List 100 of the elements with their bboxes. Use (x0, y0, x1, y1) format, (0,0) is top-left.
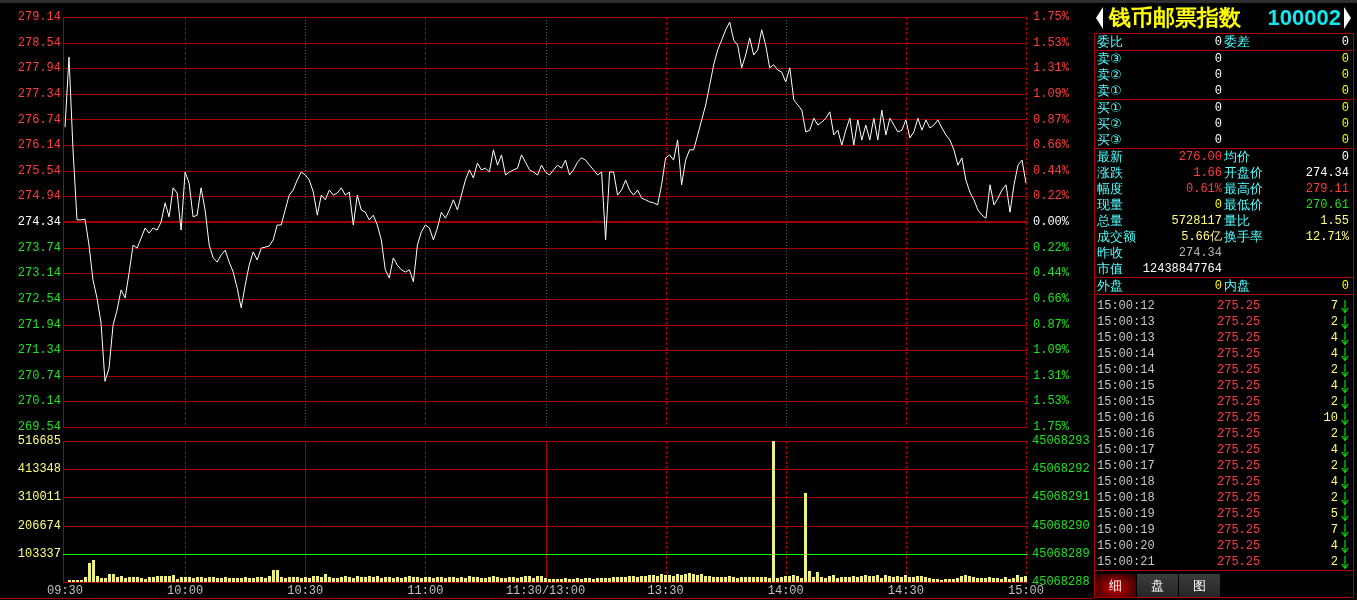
field-label: 最新 (1097, 149, 1123, 165)
right-triangle-icon[interactable] (1344, 7, 1351, 29)
trade-volume: 2 (1329, 394, 1339, 410)
price-axis-label: 278.54 (17, 35, 61, 50)
field-label: 市值 (1097, 261, 1123, 277)
trade-volume: 4 (1329, 346, 1339, 362)
percent-axis-label: 1.09% (1033, 343, 1069, 358)
trade-price: 275.25 (1217, 362, 1262, 378)
percent-axis-label: 1.53% (1033, 394, 1069, 409)
field-value: 274.34 (1178, 245, 1222, 261)
price-axis-label: 270.14 (17, 394, 61, 409)
field-label: 量比 (1224, 213, 1250, 229)
time-axis-label: 11:00 (407, 584, 444, 598)
tab[interactable]: 图 (1179, 574, 1220, 597)
trade-time: 15:00:16 (1097, 426, 1156, 442)
trade-volume: 7 (1329, 298, 1339, 314)
field-value: 270.61 (1305, 197, 1349, 213)
percent-axis-label: 0.44% (1033, 266, 1069, 281)
percent-axis-label: 1.31% (1033, 61, 1069, 76)
order-label: 卖③ (1097, 51, 1122, 67)
order-price: 0 (1214, 132, 1222, 148)
trade-price: 275.25 (1217, 506, 1262, 522)
trade-price: 275.25 (1217, 314, 1262, 330)
trade-volume: 4 (1329, 330, 1339, 346)
time-axis-label: 13:30 (647, 584, 684, 598)
field-value: 0 (1341, 34, 1349, 50)
field-label: 昨收 (1097, 245, 1123, 261)
trade-time: 15:00:19 (1097, 506, 1156, 522)
tab[interactable]: 盘 (1137, 574, 1178, 597)
volume-axis-label: 45068290 (1032, 518, 1090, 533)
trade-price: 275.25 (1217, 458, 1262, 474)
price-axis-label: 272.54 (17, 291, 61, 306)
order-label: 买① (1097, 100, 1122, 116)
trade-time: 15:00:18 (1097, 490, 1156, 506)
trade-time: 15:00:18 (1097, 474, 1156, 490)
field-label: 委比 (1097, 34, 1123, 50)
volume-axis-label: 413348 (17, 462, 61, 477)
price-axis-label: 275.54 (17, 163, 61, 178)
trade-price: 275.25 (1217, 410, 1262, 426)
field-label: 幅度 (1097, 181, 1123, 197)
order-price: 0 (1214, 67, 1222, 83)
percent-axis-label: 0.66% (1033, 291, 1069, 306)
volume-axis-label: 310011 (17, 490, 61, 505)
trade-volume: 4 (1329, 378, 1339, 394)
price-axis-label: 277.34 (17, 86, 61, 101)
order-price: 0 (1214, 83, 1222, 99)
volume-axis-label: 516685 (17, 434, 61, 448)
percent-axis-label: 1.75% (1033, 420, 1069, 434)
price-axis-label: 279.14 (17, 10, 61, 24)
percent-axis-label: 0.22% (1033, 189, 1069, 204)
field-label: 开盘价 (1224, 165, 1263, 181)
trade-time: 15:00:16 (1097, 410, 1156, 426)
field-label: 最高价 (1224, 181, 1263, 197)
order-label: 买② (1097, 116, 1122, 132)
price-axis-label: 277.94 (17, 61, 61, 76)
trade-time: 15:00:15 (1097, 394, 1156, 410)
index-code: 100002 (1267, 5, 1341, 31)
left-triangle-icon[interactable] (1096, 7, 1103, 29)
trade-time: 15:00:13 (1097, 330, 1156, 346)
price-axis-label: 276.14 (17, 138, 61, 153)
field-value: 1.66 (1193, 165, 1222, 181)
volume-axis-label: 45068293 (1032, 434, 1090, 448)
field-value: 0 (1214, 197, 1222, 213)
field-label: 外盘 (1097, 278, 1123, 294)
index-name: 钱币邮票指数 (1109, 5, 1241, 31)
field-label: 均价 (1224, 149, 1250, 165)
percent-axis-label: 0.66% (1033, 138, 1069, 153)
time-axis-label: 14:00 (767, 584, 804, 598)
trade-volume: 2 (1329, 426, 1339, 442)
field-label: 最低价 (1224, 197, 1263, 213)
time-axis-label: 10:30 (287, 584, 324, 598)
order-volume: 0 (1341, 132, 1349, 148)
field-value: 279.11 (1305, 181, 1349, 197)
trade-volume: 2 (1329, 490, 1339, 506)
field-value: 5728117 (1171, 213, 1222, 229)
order-price: 0 (1214, 100, 1222, 116)
volume-axis-label: 45068291 (1032, 490, 1090, 505)
price-axis-label: 273.14 (17, 266, 61, 281)
field-value: 0 (1341, 278, 1349, 294)
field-label: 委差 (1224, 34, 1250, 50)
order-volume: 0 (1341, 83, 1349, 99)
order-label: 卖② (1097, 67, 1122, 83)
volume-axis-label: 45068289 (1032, 546, 1090, 561)
trade-volume: 2 (1329, 554, 1339, 570)
field-value: 0 (1341, 149, 1349, 165)
order-volume: 0 (1341, 100, 1349, 116)
trade-time: 15:00:20 (1097, 538, 1156, 554)
trade-price: 275.25 (1217, 490, 1262, 506)
field-value: 276.00 (1178, 149, 1222, 165)
tab[interactable]: 细 (1095, 574, 1136, 597)
trade-price: 275.25 (1217, 346, 1262, 362)
price-axis-label: 273.74 (17, 240, 61, 255)
order-label: 卖① (1097, 83, 1122, 99)
volume-axis-label: 103337 (17, 546, 61, 561)
trade-price: 275.25 (1217, 330, 1262, 346)
trade-volume: 5 (1329, 506, 1339, 522)
field-value: 12438847764 (1142, 261, 1222, 277)
trade-time: 15:00:17 (1097, 442, 1156, 458)
percent-axis-label: 0.44% (1033, 163, 1069, 178)
trade-volume: 2 (1329, 458, 1339, 474)
